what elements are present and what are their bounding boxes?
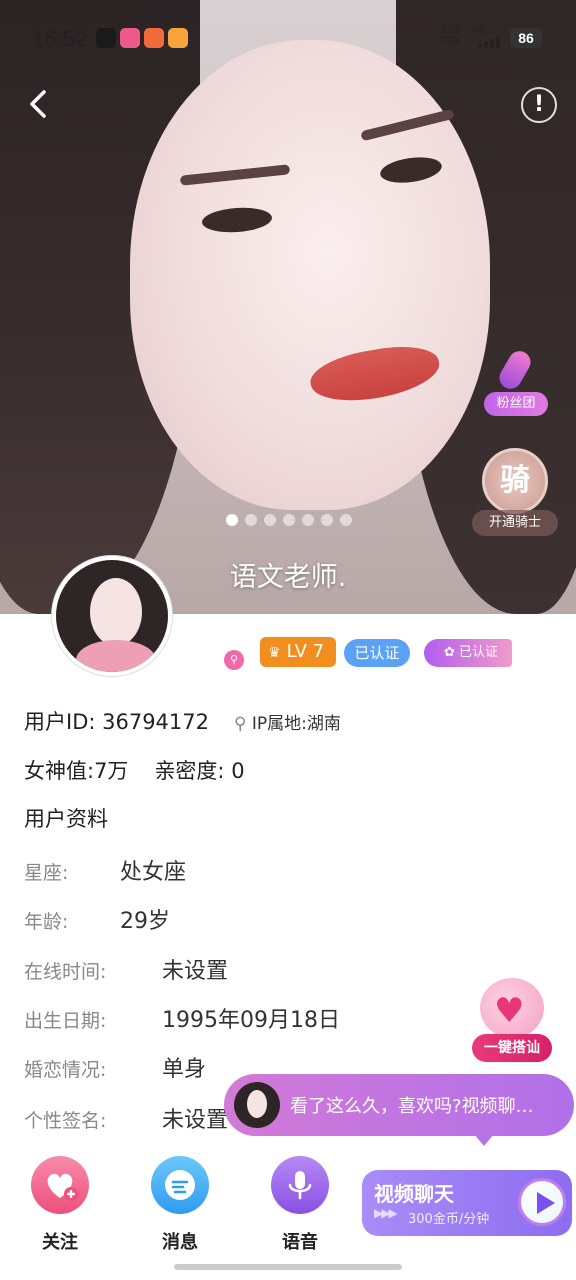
- follow-button[interactable]: 关注: [28, 1156, 92, 1253]
- detail-key: 星座:: [24, 862, 69, 884]
- pager-dot[interactable]: [245, 514, 257, 526]
- microphone-icon: [271, 1156, 329, 1214]
- ip-location-text: IP属地:湖南: [251, 714, 341, 734]
- profile-photo[interactable]: 16:52 3.10 KB/s 5G 86 ! 粉丝团 骑 开通骑士 语文老师.: [0, 0, 576, 614]
- play-icon: [518, 1178, 566, 1226]
- goddess-value: 女神值:7万: [24, 759, 129, 783]
- detail-value: 单身: [162, 1057, 207, 1082]
- fans-group-label: 粉丝团: [484, 392, 548, 416]
- photo-lips: [306, 339, 444, 409]
- location-badge-icon: ⚲: [224, 650, 244, 670]
- voice-button[interactable]: 语音: [268, 1156, 332, 1253]
- follow-label: 关注: [42, 1232, 78, 1253]
- verified-badge[interactable]: 已认证: [344, 639, 410, 667]
- pager-dot[interactable]: [340, 514, 352, 526]
- exclamation-icon: !: [533, 92, 545, 117]
- verified-badge-2-label: 已认证: [459, 645, 499, 660]
- lele-icon: [120, 28, 140, 48]
- status-bar: 16:52 3.10 KB/s 5G 86: [0, 22, 576, 56]
- heart-app-icon: [168, 28, 188, 48]
- message-button[interactable]: 消息: [148, 1156, 212, 1253]
- bottom-action-bar: 关注 消息 语音 视频聊天 ▶▶▶ 300金币/分钟: [0, 1150, 576, 1260]
- net-speed: 3.10 KB/s: [441, 25, 461, 45]
- fans-group-button[interactable]: 粉丝团: [482, 347, 550, 418]
- detail-value: 未设置: [162, 959, 229, 984]
- photo-brow: [179, 164, 291, 186]
- arrows-icon: ▶▶▶: [374, 1206, 398, 1220]
- detail-key: 在线时间:: [24, 961, 107, 983]
- hearts-icon: ♥: [480, 978, 544, 1038]
- flower-icon: ✿: [444, 645, 455, 660]
- chat-bubble-icon: [151, 1156, 209, 1214]
- voice-label: 语音: [282, 1232, 318, 1253]
- music-icon: [96, 28, 116, 48]
- photo-brow: [360, 108, 455, 142]
- pager-dot[interactable]: [302, 514, 314, 526]
- battery-indicator: 86: [510, 28, 542, 48]
- verified-badge-2[interactable]: ✿ 已认证: [424, 639, 512, 667]
- location-pin-icon: ⚲: [234, 714, 247, 734]
- status-time: 16:52: [32, 26, 88, 51]
- avatar-face: [90, 578, 142, 646]
- signal-icon: [478, 36, 506, 48]
- microphone-icon: [495, 347, 535, 393]
- detail-key: 年龄:: [24, 911, 69, 933]
- intimacy-value: 亲密度: 0: [154, 759, 245, 783]
- report-button[interactable]: !: [521, 87, 557, 123]
- network-type: 5G: [474, 25, 487, 35]
- open-knight-button[interactable]: 骑 开通骑士: [472, 448, 558, 538]
- photo-eye: [378, 153, 444, 187]
- bubble-text: 看了这么久，喜欢吗?视频聊…: [290, 1096, 534, 1117]
- chevron-left-icon: [30, 90, 46, 118]
- stats-line: 女神值:7万 亲密度: 0: [24, 755, 245, 785]
- video-chat-button[interactable]: 视频聊天 ▶▶▶ 300金币/分钟: [362, 1170, 572, 1236]
- detail-key: 个性签名:: [24, 1110, 107, 1132]
- detail-value: 处女座: [120, 860, 187, 885]
- detail-value: 29岁: [120, 909, 170, 934]
- bubble-tail: [474, 1134, 494, 1146]
- detail-value: 未设置: [162, 1108, 229, 1133]
- level-badge[interactable]: ♛ LV 7: [260, 637, 336, 667]
- quick-greet-button[interactable]: ♥ 一键搭讪: [472, 978, 552, 1066]
- detail-value: 1995年09月18日: [162, 1008, 340, 1033]
- knight-icon: 骑: [482, 448, 548, 514]
- heart-plus-icon: [31, 1156, 89, 1214]
- home-indicator[interactable]: [174, 1264, 402, 1270]
- level-text: LV 7: [286, 641, 325, 662]
- pager-dot[interactable]: [283, 514, 295, 526]
- video-app-icon: [144, 28, 164, 48]
- section-title: 用户资料: [24, 807, 108, 831]
- quick-greet-label: 一键搭讪: [472, 1034, 552, 1062]
- photo-face: [130, 40, 490, 510]
- video-chat-title: 视频聊天: [374, 1182, 454, 1206]
- knight-label: 开通骑士: [472, 510, 558, 536]
- user-id: 用户ID: 36794172: [24, 710, 210, 734]
- photo-pager-dots: [226, 514, 352, 526]
- photo-eye: [201, 205, 273, 235]
- detail-key: 出生日期:: [24, 1010, 107, 1032]
- badge-row: ⚲ ♛ LV 7 已认证 ✿ 已认证: [0, 637, 576, 671]
- video-chat-price: 300金币/分钟: [408, 1212, 490, 1227]
- ip-location: ⚲ IP属地:湖南: [234, 709, 341, 734]
- video-invite-bubble[interactable]: 看了这么久，喜欢吗?视频聊…: [224, 1074, 574, 1146]
- bubble-avatar: [234, 1082, 280, 1128]
- back-button[interactable]: [20, 84, 60, 124]
- message-label: 消息: [162, 1232, 198, 1253]
- pager-dot[interactable]: [226, 514, 238, 526]
- detail-key: 婚恋情况:: [24, 1059, 107, 1081]
- pager-dot[interactable]: [264, 514, 276, 526]
- crown-icon: ♛: [268, 645, 281, 661]
- pager-dot[interactable]: [321, 514, 333, 526]
